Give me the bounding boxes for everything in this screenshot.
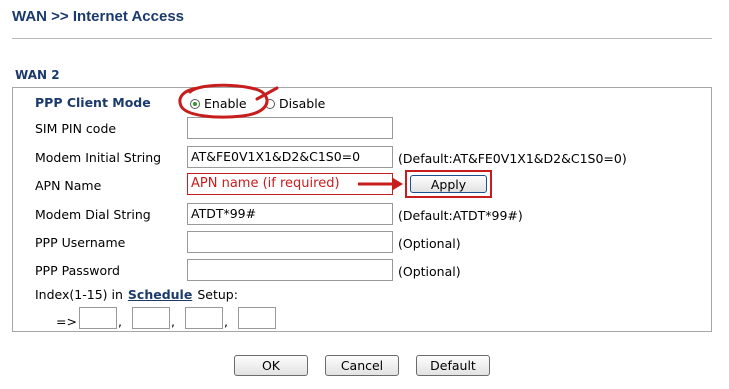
- apn-label: APN Name: [35, 178, 102, 193]
- apply-button-highlight: Apply: [405, 170, 492, 198]
- schedule-prefix: Index(1-15) in: [35, 287, 123, 302]
- apn-input[interactable]: APN name (if required): [187, 173, 393, 195]
- schedule-row: Index(1-15) in Schedule Setup:: [35, 287, 238, 302]
- ppp-password-input[interactable]: [187, 259, 393, 281]
- cancel-button[interactable]: Cancel: [325, 355, 399, 376]
- title-divider: [12, 38, 712, 39]
- modem-dial-label: Modem Dial String: [35, 207, 151, 222]
- ppp-username-input[interactable]: [187, 231, 393, 253]
- ppp-password-hint: (Optional): [398, 264, 461, 279]
- modem-init-hint: (Default:AT&FE0V1X1&D2&C1S0=0): [398, 151, 627, 166]
- ppp-client-mode-label: PPP Client Mode: [35, 95, 151, 110]
- modem-init-input[interactable]: AT&FE0V1X1&D2&C1S0=0: [187, 146, 393, 168]
- ppp-password-label: PPP Password: [35, 263, 120, 278]
- schedule-separator: ,: [224, 314, 228, 329]
- schedule-arrow: =>: [56, 314, 77, 329]
- schedule-index-4-input[interactable]: [238, 307, 276, 329]
- schedule-link[interactable]: Schedule: [128, 287, 192, 302]
- schedule-index-2-input[interactable]: [132, 307, 170, 329]
- modem-dial-hint: (Default:ATDT*99#): [398, 208, 523, 223]
- modem-init-label: Modem Initial String: [35, 150, 162, 165]
- section-title: WAN 2: [15, 68, 60, 82]
- schedule-index-3-input[interactable]: [185, 307, 223, 329]
- default-button[interactable]: Default: [416, 355, 490, 376]
- ok-button[interactable]: OK: [234, 355, 308, 376]
- ppp-username-hint: (Optional): [398, 236, 461, 251]
- schedule-separator: ,: [118, 314, 122, 329]
- schedule-separator: ,: [171, 314, 175, 329]
- enable-radio-button[interactable]: [190, 98, 200, 109]
- schedule-suffix: Setup:: [197, 287, 238, 302]
- enable-radio-label: Enable: [204, 96, 247, 111]
- schedule-index-1-input[interactable]: [79, 307, 117, 329]
- modem-dial-input[interactable]: ATDT*99#: [187, 203, 393, 225]
- enable-radio-option[interactable]: Enable: [190, 96, 247, 111]
- page-title: WAN >> Internet Access: [12, 8, 185, 25]
- disable-radio-option[interactable]: Disable: [265, 96, 325, 111]
- sim-pin-input[interactable]: [187, 117, 393, 139]
- apply-button[interactable]: Apply: [410, 175, 487, 193]
- sim-pin-label: SIM PIN code: [35, 121, 117, 136]
- disable-radio-label: Disable: [279, 96, 326, 111]
- disable-radio-button[interactable]: [265, 98, 275, 109]
- ppp-username-label: PPP Username: [35, 235, 126, 250]
